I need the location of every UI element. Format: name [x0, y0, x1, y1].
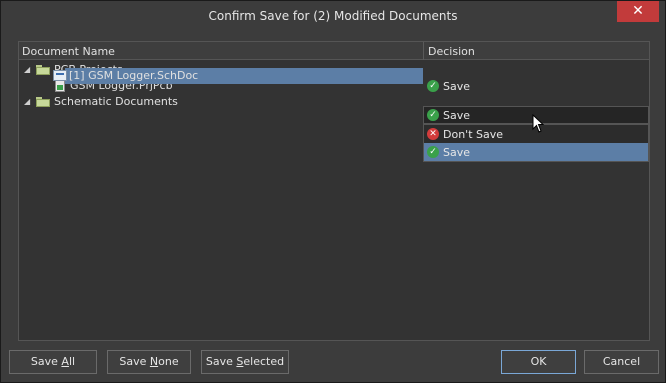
dont-save-icon: ✕ — [427, 128, 439, 140]
save-none-button[interactable]: Save None — [107, 350, 191, 374]
decision-value[interactable]: Save — [443, 80, 470, 93]
document-label: [1] GSM Logger.SchDoc — [69, 69, 199, 82]
save-check-icon: ✓ — [427, 109, 439, 121]
schematic-doc-icon — [53, 70, 67, 81]
document-row-schdoc[interactable]: [1] GSM Logger.SchDoc — [18, 68, 424, 84]
documents-grid: Document Name Decision ◢ PCB Projects GS… — [18, 41, 650, 341]
collapse-triangle-icon[interactable]: ◢ — [24, 98, 32, 106]
cancel-button[interactable]: Cancel — [584, 350, 659, 374]
confirm-save-dialog: Confirm Save for (2) Modified Documents … — [0, 0, 666, 383]
close-icon: ✕ — [632, 3, 644, 19]
save-check-icon: ✓ — [427, 146, 439, 158]
dialog-title: Confirm Save for (2) Modified Documents — [208, 9, 458, 23]
column-header-decision[interactable]: Decision — [428, 45, 475, 58]
grid-header: Document Name Decision — [19, 42, 649, 60]
option-label: Save — [443, 146, 471, 159]
save-selected-button[interactable]: Save Selected — [201, 350, 289, 374]
combo-value: Save — [443, 109, 471, 122]
ok-button[interactable]: OK — [501, 350, 576, 374]
column-header-document-name[interactable]: Document Name — [22, 45, 115, 58]
save-check-icon: ✓ — [427, 80, 439, 92]
close-button[interactable]: ✕ — [617, 1, 659, 22]
title-bar: Confirm Save for (2) Modified Documents … — [1, 1, 665, 31]
save-all-button[interactable]: Save All — [9, 350, 97, 374]
column-divider[interactable] — [423, 42, 424, 60]
dropdown-option-save[interactable]: ✓ Save — [424, 143, 648, 161]
option-label: Don't Save — [443, 128, 504, 141]
group-label: Schematic Documents — [54, 95, 178, 108]
folder-icon — [36, 96, 50, 107]
